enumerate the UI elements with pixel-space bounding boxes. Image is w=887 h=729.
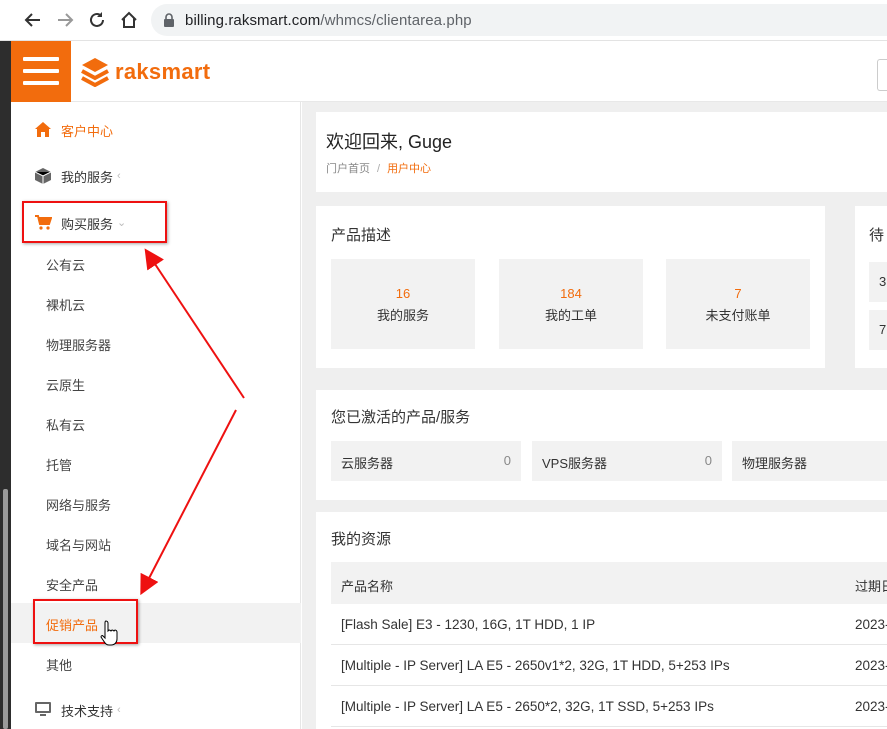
welcome-panel: 欢迎回来, Guge 门户首页 / 用户中心	[316, 112, 887, 192]
sidebar-subitem-label: 云原生	[46, 378, 86, 393]
resources-panel: 我的资源 产品名称 过期日 [Flash Sale] E3 - 1230, 16…	[316, 512, 887, 729]
column-header-name[interactable]: 产品名称	[341, 576, 393, 595]
expiry-cell: 2023-	[855, 617, 887, 632]
pending-title: 待	[869, 227, 885, 244]
stat-label: 未支付账单	[705, 308, 771, 323]
sidebar-item-tech-support[interactable]: 技术支持 ‹	[11, 690, 301, 729]
table-header: 产品名称 过期日	[331, 562, 887, 604]
hand-cursor-icon	[100, 620, 118, 646]
active-vps-servers[interactable]: VPS服务器 0	[532, 441, 722, 481]
sidebar-subitem-label: 托管	[46, 458, 73, 473]
expiry-cell: 2023-	[855, 699, 887, 714]
sidebar-subitem-other[interactable]: 其他	[11, 643, 301, 683]
lock-icon	[163, 13, 175, 30]
sidebar-subitem-colocation[interactable]: 托管	[11, 443, 301, 483]
sidebar-subitem-label: 物理服务器	[46, 338, 112, 353]
sidebar-subitem-label: 域名与网站	[46, 538, 112, 553]
logo-mark-icon	[81, 58, 109, 87]
stat-label: 我的服务	[376, 308, 429, 323]
table-row[interactable]: [Multiple - IP Server] LA E5 - 2650*2, 3…	[331, 686, 887, 727]
address-bar[interactable]: billing.raksmart.com/whmcs/clientarea.ph…	[151, 4, 887, 36]
sidebar-item-label: 技术支持	[61, 703, 114, 719]
sidebar-subitem-network-services[interactable]: 网络与服务	[11, 483, 301, 523]
reload-icon[interactable]	[85, 8, 109, 32]
breadcrumb-current: 用户中心	[387, 163, 432, 175]
breadcrumb-separator: /	[377, 163, 381, 175]
home-icon[interactable]	[117, 8, 141, 32]
sidebar-subitem-label: 公有云	[46, 258, 86, 273]
stat-value: 16	[395, 286, 411, 301]
active-box-label: 物理服务器	[742, 456, 808, 471]
window-edge	[0, 41, 11, 729]
sidebar-subitem-cloud-native[interactable]: 云原生	[11, 363, 301, 403]
overview-title: 产品描述	[331, 227, 392, 244]
sidebar-subitem-bare-metal-cloud[interactable]: 裸机云	[11, 283, 301, 323]
header-search-box[interactable]	[877, 59, 887, 91]
pending-box[interactable]: 3	[869, 262, 887, 302]
main-content: 欢迎回来, Guge 门户首页 / 用户中心 产品描述 16 我的服务 184 我的…	[302, 102, 887, 729]
sidebar-subitem-label: 私有云	[46, 418, 86, 433]
sidebar-subitem-label: 安全产品	[46, 578, 99, 593]
resources-title: 我的资源	[331, 531, 392, 548]
breadcrumb-home-link[interactable]: 门户首页	[326, 163, 370, 175]
forward-arrow-icon[interactable]	[53, 8, 77, 32]
pending-panel: 待 3 7	[855, 206, 887, 368]
page-title: 欢迎回来, Guge	[326, 132, 453, 152]
annotation-highlight-box	[33, 599, 138, 644]
monitor-icon	[35, 702, 51, 720]
active-products-title: 您已激活的产品/服务	[331, 409, 471, 426]
menu-toggle-button[interactable]	[11, 41, 71, 102]
back-arrow-icon[interactable]	[21, 8, 45, 32]
breadcrumb: 门户首页 / 用户中心	[326, 160, 431, 176]
stat-my-services[interactable]: 16 我的服务	[331, 259, 475, 349]
annotation-highlight-box	[22, 201, 167, 243]
stat-unpaid-invoices[interactable]: 7 未支付账单	[666, 259, 810, 349]
active-box-count: 0	[704, 453, 712, 468]
sidebar-subitem-dedicated-servers[interactable]: 物理服务器	[11, 323, 301, 363]
pending-value: 3	[879, 274, 887, 289]
stat-value: 7	[734, 286, 742, 301]
pending-box[interactable]: 7	[869, 310, 887, 350]
active-box-label: 云服务器	[341, 456, 394, 471]
sidebar-item-client-center[interactable]: 客户中心	[11, 110, 301, 150]
site-header: raksmart	[11, 41, 887, 102]
url-text: billing.raksmart.com/whmcs/clientarea.ph…	[185, 12, 472, 29]
sidebar-subitem-public-cloud[interactable]: 公有云	[11, 243, 301, 283]
home-icon	[35, 122, 51, 140]
product-name-cell: [Multiple - IP Server] LA E5 - 2650v1*2,…	[341, 658, 730, 673]
stat-label: 我的工单	[544, 308, 597, 323]
sidebar-item-my-services[interactable]: 我的服务 ‹	[11, 156, 301, 196]
active-products-panel: 您已激活的产品/服务 云服务器 0 VPS服务器 0 物理服务器	[316, 390, 887, 500]
active-box-label: VPS服务器	[542, 456, 608, 471]
sidebar-item-label: 我的服务	[61, 169, 114, 185]
product-name-cell: [Multiple - IP Server] LA E5 - 2650*2, 3…	[341, 699, 714, 714]
pending-value: 7	[879, 322, 887, 337]
sidebar-item-label: 客户中心	[61, 123, 114, 139]
sidebar-subitem-label: 网络与服务	[46, 498, 112, 513]
chevron-left-icon: ‹	[117, 704, 121, 716]
table-row[interactable]: [Flash Sale] E3 - 1230, 16G, 1T HDD, 1 I…	[331, 604, 887, 645]
sidebar-subitem-private-cloud[interactable]: 私有云	[11, 403, 301, 443]
chevron-left-icon: ‹	[117, 170, 121, 182]
site-logo[interactable]: raksmart	[81, 57, 210, 87]
sidebar-subitem-security-products[interactable]: 安全产品	[11, 563, 301, 603]
overview-panel: 产品描述 16 我的服务 184 我的工单 7 未支付账单	[316, 206, 825, 368]
active-box-count: 0	[503, 453, 511, 468]
sidebar-subitem-label: 其他	[46, 658, 73, 673]
logo-text: raksmart	[115, 59, 211, 84]
column-header-expiry[interactable]: 过期日	[855, 576, 887, 595]
active-dedicated-servers[interactable]: 物理服务器	[732, 441, 887, 481]
sidebar-subitem-label: 裸机云	[46, 298, 86, 313]
box-icon	[34, 168, 52, 187]
expiry-cell: 2023-	[855, 658, 887, 673]
sidebar-subitem-domains-websites[interactable]: 域名与网站	[11, 523, 301, 563]
active-cloud-servers[interactable]: 云服务器 0	[331, 441, 521, 481]
stat-value: 184	[560, 286, 582, 301]
browser-toolbar: billing.raksmart.com/whmcs/clientarea.ph…	[0, 0, 887, 41]
product-name-cell: [Flash Sale] E3 - 1230, 16G, 1T HDD, 1 I…	[341, 617, 596, 632]
stat-my-tickets[interactable]: 184 我的工单	[499, 259, 643, 349]
scrollbar-thumb[interactable]	[3, 489, 8, 729]
table-row[interactable]: [Multiple - IP Server] LA E5 - 2650v1*2,…	[331, 645, 887, 686]
